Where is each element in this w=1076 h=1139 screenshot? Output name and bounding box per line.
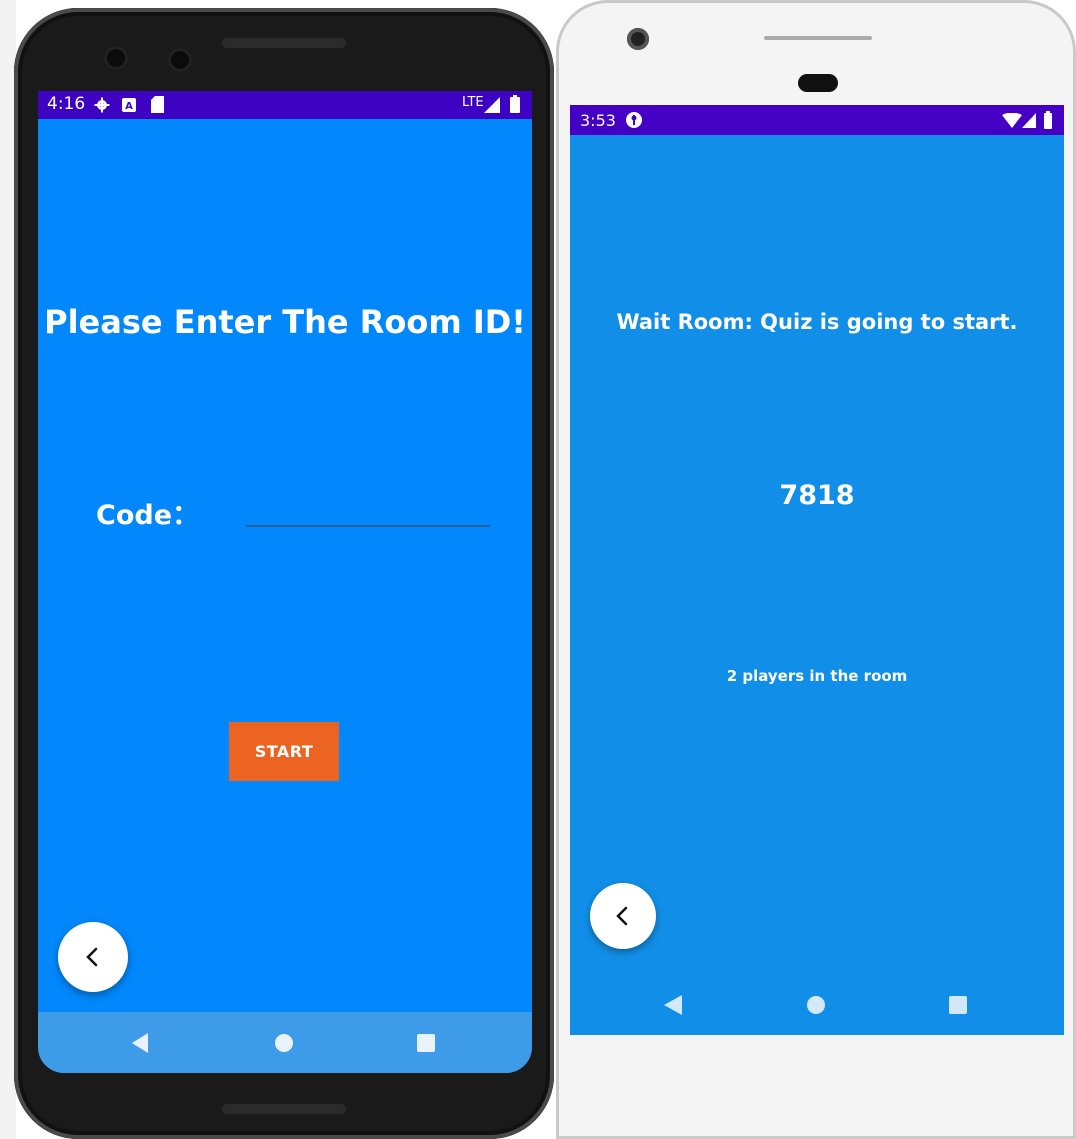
- signal-icon: [484, 97, 500, 113]
- back-fab-button[interactable]: [58, 922, 128, 992]
- back-chevron-icon: [616, 906, 628, 926]
- nav-home-icon[interactable]: [807, 996, 825, 1014]
- room-id: 7818: [779, 480, 855, 511]
- start-button[interactable]: START: [229, 722, 339, 781]
- players-count-text: 2 players in the room: [726, 667, 908, 685]
- sd-card-icon: [151, 96, 164, 113]
- status-bar: 4:16 A LTE: [38, 91, 532, 119]
- nav-back-icon[interactable]: [664, 995, 682, 1015]
- room-code-input[interactable]: [246, 495, 490, 527]
- page-title: Please Enter The Room ID!: [44, 303, 526, 341]
- sensor-icon: [168, 48, 192, 72]
- wifi-icon: [1002, 113, 1022, 128]
- back-fab-button[interactable]: [590, 883, 656, 949]
- status-time: 3:53: [580, 111, 616, 130]
- earpiece-speaker: [764, 36, 872, 40]
- svg-text:A: A: [125, 101, 133, 112]
- nav-back-icon[interactable]: [130, 1033, 150, 1053]
- back-chevron-icon: [86, 947, 98, 967]
- signal-icon: [1022, 113, 1036, 128]
- front-camera-icon: [104, 46, 128, 70]
- proximity-sensor: [798, 74, 838, 92]
- front-camera-icon: [627, 28, 649, 50]
- nav-home-icon[interactable]: [274, 1033, 294, 1053]
- gear-icon: [94, 97, 110, 113]
- status-time: 4:16: [47, 94, 86, 114]
- status-bar: 3:53: [570, 105, 1064, 135]
- bottom-speaker: [222, 1104, 346, 1114]
- network-type: LTE: [462, 95, 484, 110]
- earpiece-speaker: [222, 38, 346, 48]
- app-notification-icon: [626, 112, 642, 128]
- code-label: Code：: [96, 500, 200, 531]
- nav-recents-icon[interactable]: [949, 996, 967, 1014]
- navigation-bar: [38, 1012, 532, 1073]
- wait-room-title: Wait Room: Quiz is going to start.: [616, 310, 1018, 334]
- a-badge-icon: A: [122, 98, 136, 112]
- right-phone-screen: 3:53 Wait Room: Quiz is going to start. …: [570, 105, 1064, 1035]
- battery-icon: [1044, 111, 1052, 129]
- nav-recents-icon[interactable]: [416, 1033, 436, 1053]
- left-phone-screen: 4:16 A LTE Please Enter The Room ID! Cod…: [38, 91, 532, 1073]
- battery-icon: [510, 95, 520, 113]
